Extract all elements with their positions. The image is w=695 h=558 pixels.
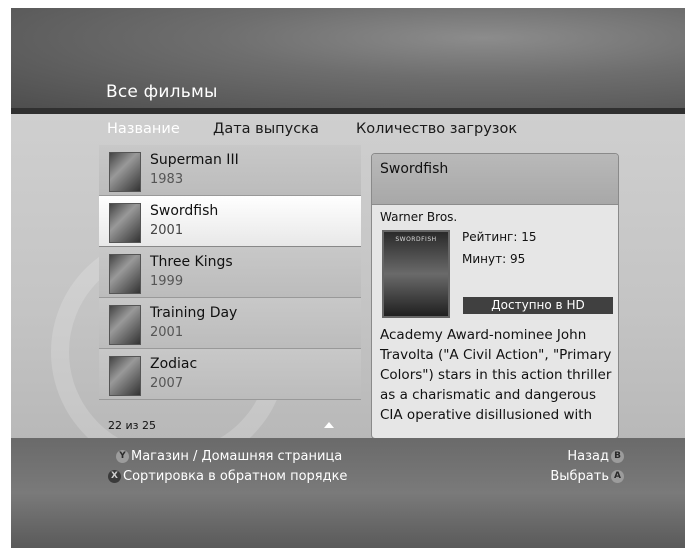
rating-text: Рейтинг: 15 <box>462 230 537 244</box>
movie-thumbnail <box>109 356 141 396</box>
store-home-hint[interactable]: Y Магазин / Домашняя страница <box>114 449 342 464</box>
movie-thumbnail <box>109 152 141 192</box>
back-label: Назад <box>567 449 609 464</box>
movie-thumbnail <box>109 254 141 294</box>
screen: Все фильмы Название Дата выпуска Количес… <box>11 8 685 548</box>
reverse-sort-label: Сортировка в обратном порядке <box>123 469 348 484</box>
select-label: Выбрать <box>550 469 609 484</box>
list-item[interactable]: Superman III 1983 <box>99 145 361 196</box>
list-item[interactable]: Training Day 2001 <box>99 298 361 349</box>
reverse-sort-hint[interactable]: X Сортировка в обратном порядке <box>106 469 347 484</box>
movie-title: Superman III <box>150 152 239 168</box>
movie-title: Zodiac <box>150 356 198 372</box>
b-button-icon: B <box>611 450 624 463</box>
studio-name: Warner Bros. <box>380 210 458 224</box>
movie-title: Swordfish <box>150 203 219 219</box>
scroll-up-arrow-icon[interactable] <box>324 422 334 428</box>
list-item[interactable]: Swordfish 2001 <box>99 196 361 247</box>
hd-available-badge: Доступно в HD <box>463 297 613 314</box>
movie-year: 1999 <box>150 274 184 289</box>
movie-title: Three Kings <box>150 254 233 270</box>
runtime-text: Минут: 95 <box>462 252 526 266</box>
movie-year: 2001 <box>150 223 184 238</box>
details-title: Swordfish <box>380 161 449 177</box>
select-hint[interactable]: Выбрать A <box>532 469 626 484</box>
movie-year: 1983 <box>150 172 184 187</box>
movie-list: Superman III 1983 Swordfish 2001 Three K… <box>99 145 361 400</box>
tab-download-count[interactable]: Количество загрузок <box>356 121 517 137</box>
tab-title[interactable]: Название <box>107 121 180 137</box>
x-button-icon: X <box>108 470 121 483</box>
back-hint[interactable]: Назад B <box>546 449 626 464</box>
list-item[interactable]: Three Kings 1999 <box>99 247 361 298</box>
list-position-counter: 22 из 25 <box>108 419 156 432</box>
movie-thumbnail <box>109 305 141 345</box>
movie-title: Training Day <box>150 305 238 321</box>
store-home-label: Магазин / Домашняя страница <box>131 449 343 464</box>
movie-details-panel: Swordfish Warner Bros. SWORDFISH Рейтинг… <box>371 153 619 439</box>
y-button-icon: Y <box>116 450 129 463</box>
list-item[interactable]: Zodiac 2007 <box>99 349 361 400</box>
poster-caption: SWORDFISH <box>395 236 437 243</box>
synopsis-text: Academy Award-nominee John Travolta ("A … <box>380 327 612 423</box>
page-title: Все фильмы <box>106 82 218 102</box>
movie-thumbnail <box>109 203 141 243</box>
tab-release-date[interactable]: Дата выпуска <box>213 121 319 137</box>
movie-poster: SWORDFISH <box>382 230 450 318</box>
movie-year: 2007 <box>150 376 184 391</box>
a-button-icon: A <box>611 470 624 483</box>
movie-year: 2001 <box>150 325 184 340</box>
